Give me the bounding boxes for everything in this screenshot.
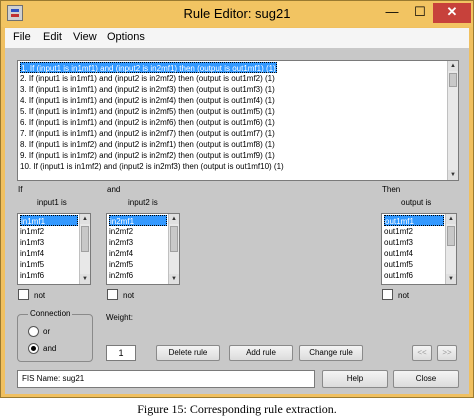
input1-option[interactable]: in1mf6 [20,270,44,281]
scroll-down-icon[interactable]: ▼ [169,274,179,284]
title-bar: Rule Editor: sug21 — ☐ ✕ [1,1,473,27]
scroll-thumb[interactable] [170,226,178,252]
input2-option[interactable]: in2mf3 [109,237,133,248]
output-not-checkbox[interactable] [382,289,393,300]
add-rule-button[interactable]: Add rule [229,345,293,361]
figure-caption: Figure 15: Corresponding rule extraction… [137,402,337,416]
rules-scrollbar[interactable]: ▲ ▼ [447,61,458,180]
input1-option[interactable]: in1mf3 [20,237,44,248]
rule-row[interactable]: 4. If (input1 is in1mf1) and (input2 is … [20,95,275,106]
rule-row[interactable]: 9. If (input1 is in1mf2) and (input2 is … [20,150,275,161]
if-label: If [18,185,23,194]
scroll-down-icon[interactable]: ▼ [80,274,90,284]
close-window-icon[interactable]: ✕ [433,3,471,23]
input1-option[interactable]: in1mf5 [20,259,44,270]
input1-option[interactable]: in1mf2 [20,226,44,237]
output-option[interactable]: out1mf5 [384,259,413,270]
or-radio[interactable] [28,326,39,337]
maximize-icon[interactable]: ☐ [407,3,433,23]
next-button[interactable]: >> [437,345,457,361]
rules-list[interactable]: 1. If (input1 is in1mf1) and (input2 is … [17,60,459,181]
connection-title: Connection [28,309,73,318]
scroll-thumb[interactable] [447,226,455,246]
and-label: and [107,185,121,194]
input2-option[interactable]: in2mf1 [109,215,167,226]
and-radio-label: and [43,344,57,353]
rule-row[interactable]: 5. If (input1 is in1mf1) and (input2 is … [20,106,275,117]
scroll-up-icon[interactable]: ▲ [169,214,179,224]
output-option[interactable]: out1mf3 [384,237,413,248]
input2-not-label: not [123,291,135,300]
input2-label: input2 is [128,198,158,207]
status-bar: FIS Name: sug21 [17,370,315,388]
scroll-down-icon[interactable]: ▼ [448,170,458,180]
input1-not-checkbox[interactable] [18,289,29,300]
rule-row[interactable]: 8. If (input1 is in1mf2) and (input2 is … [20,139,275,150]
rule-row[interactable]: 2. If (input1 is in1mf1) and (input2 is … [20,73,275,84]
input1-label: input1 is [37,198,67,207]
minimize-icon[interactable]: — [379,3,405,23]
input1-option[interactable]: in1mf1 [20,215,78,226]
output-list[interactable]: out1mf1 out1mf2 out1mf3 out1mf4 out1mf5 … [381,213,457,285]
output-not-label: not [398,291,410,300]
input2-not-checkbox[interactable] [107,289,118,300]
rule-editor-window: Rule Editor: sug21 — ☐ ✕ File Edit View … [0,0,474,398]
output-option[interactable]: out1mf2 [384,226,413,237]
previous-button[interactable]: << [412,345,432,361]
delete-rule-button[interactable]: Delete rule [156,345,220,361]
menu-view[interactable]: View [73,31,97,43]
scroll-thumb[interactable] [81,226,89,252]
output-option[interactable]: out1mf1 [384,215,444,226]
help-button[interactable]: Help [322,370,388,388]
scroll-up-icon[interactable]: ▲ [80,214,90,224]
menu-bar: File Edit View Options [5,28,469,48]
rule-row[interactable]: 6. If (input1 is in1mf1) and (input2 is … [20,117,275,128]
scroll-thumb[interactable] [449,73,457,87]
scroll-down-icon[interactable]: ▼ [446,274,456,284]
input2-option[interactable]: in2mf2 [109,226,133,237]
rule-row[interactable]: 7. If (input1 is in1mf1) and (input2 is … [20,128,275,139]
input1-not-label: not [34,291,46,300]
rule-row[interactable]: 10. If (input1 is in1mf2) and (input2 is… [20,161,284,172]
input1-option[interactable]: in1mf4 [20,248,44,259]
rule-row[interactable]: 3. If (input1 is in1mf1) and (input2 is … [20,84,275,95]
output-option[interactable]: out1mf4 [384,248,413,259]
menu-options[interactable]: Options [107,31,145,43]
weight-label: Weight: [106,313,133,322]
output-scrollbar[interactable]: ▲ ▼ [445,214,456,284]
input2-scrollbar[interactable]: ▲ ▼ [168,214,179,284]
output-label: output is [401,198,432,207]
menu-file[interactable]: File [13,31,31,43]
then-label: Then [382,185,401,194]
or-label: or [43,327,51,336]
input1-scrollbar[interactable]: ▲ ▼ [79,214,90,284]
input2-option[interactable]: in2mf5 [109,259,133,270]
input2-list[interactable]: in2mf1 in2mf2 in2mf3 in2mf4 in2mf5 in2mf… [106,213,180,285]
and-radio[interactable] [28,343,39,354]
client-area: 1. If (input1 is in1mf1) and (input2 is … [5,48,469,394]
input2-option[interactable]: in2mf4 [109,248,133,259]
connection-group: Connection or and [17,309,93,362]
menu-edit[interactable]: Edit [43,31,62,43]
scroll-up-icon[interactable]: ▲ [448,61,458,71]
scroll-up-icon[interactable]: ▲ [446,214,456,224]
input1-list[interactable]: in1mf1 in1mf2 in1mf3 in1mf4 in1mf5 in1mf… [17,213,91,285]
rule-row[interactable]: 1. If (input1 is in1mf1) and (input2 is … [20,62,277,73]
input2-option[interactable]: in2mf6 [109,270,133,281]
change-rule-button[interactable]: Change rule [299,345,363,361]
close-button[interactable]: Close [393,370,459,388]
output-option[interactable]: out1mf6 [384,270,413,281]
weight-input[interactable]: 1 [106,345,136,361]
